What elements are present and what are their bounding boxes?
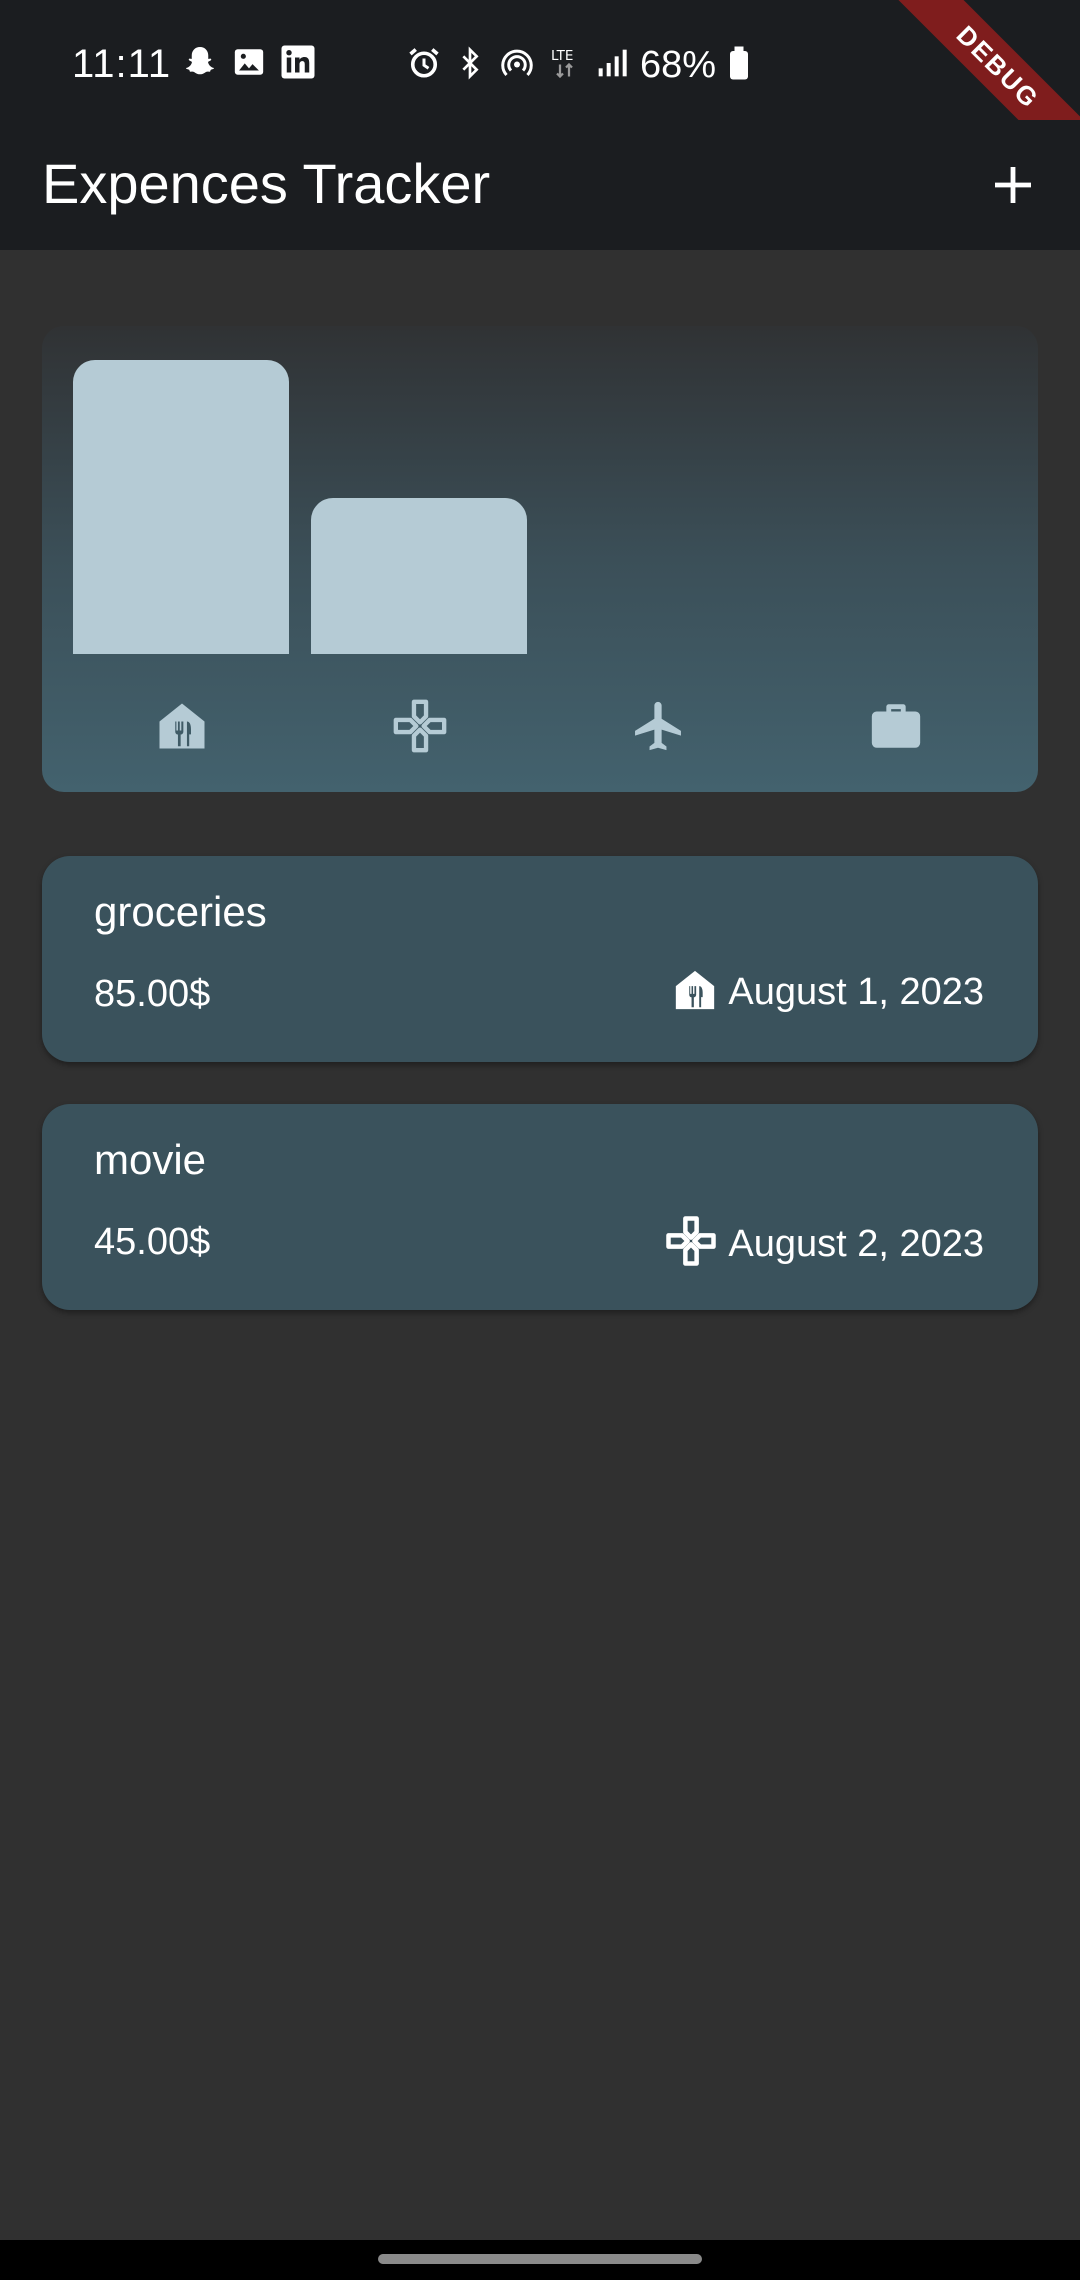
app-bar: Expences Tracker [0,120,1080,250]
battery-percent: 68% [640,44,717,86]
gallery-icon [232,45,266,84]
plus-icon [995,167,1031,203]
briefcase-icon [856,686,936,766]
airplane-icon [618,686,698,766]
lte-icon: LTE [548,45,584,86]
status-time: 11:11 [72,42,172,86]
chart-bar-leisure [311,498,527,654]
bluetooth-icon [454,45,486,86]
navigation-bar [0,2240,1080,2280]
expense-title: groceries [94,888,267,935]
snapchat-icon [182,44,218,85]
page-title: Expences Tracker [42,152,491,215]
status-notification-icons [182,44,316,85]
food-store-icon [142,686,222,766]
expense-chart [42,326,1038,792]
home-gesture-handle[interactable] [378,2254,702,2264]
expense-item-groceries[interactable]: groceries 85.00$ August 1, 2023 [42,856,1038,1062]
chart-bar-food [73,360,289,654]
svg-text:LTE: LTE [551,48,573,64]
gamepad-icon [380,686,460,766]
status-system-icons: LTE 68% [406,40,750,90]
hotspot-icon [498,45,536,86]
gamepad-icon [664,1214,718,1273]
expense-item-movie[interactable]: movie 45.00$ August 2, 2023 [42,1104,1038,1310]
expense-date: August 1, 2023 [728,971,984,1013]
expense-amount: 45.00$ [94,1221,211,1263]
expense-amount: 85.00$ [94,973,211,1015]
add-expense-button[interactable] [978,150,1048,220]
expense-meta: August 2, 2023 [664,1214,984,1273]
signal-icon [596,45,628,86]
food-store-icon [672,967,718,1018]
linkedin-icon [280,44,316,85]
expense-title: movie [94,1136,207,1183]
alarm-icon [406,45,442,86]
expense-meta: August 1, 2023 [672,966,984,1018]
battery-icon [728,45,750,86]
expense-date: August 2, 2023 [728,1222,984,1265]
